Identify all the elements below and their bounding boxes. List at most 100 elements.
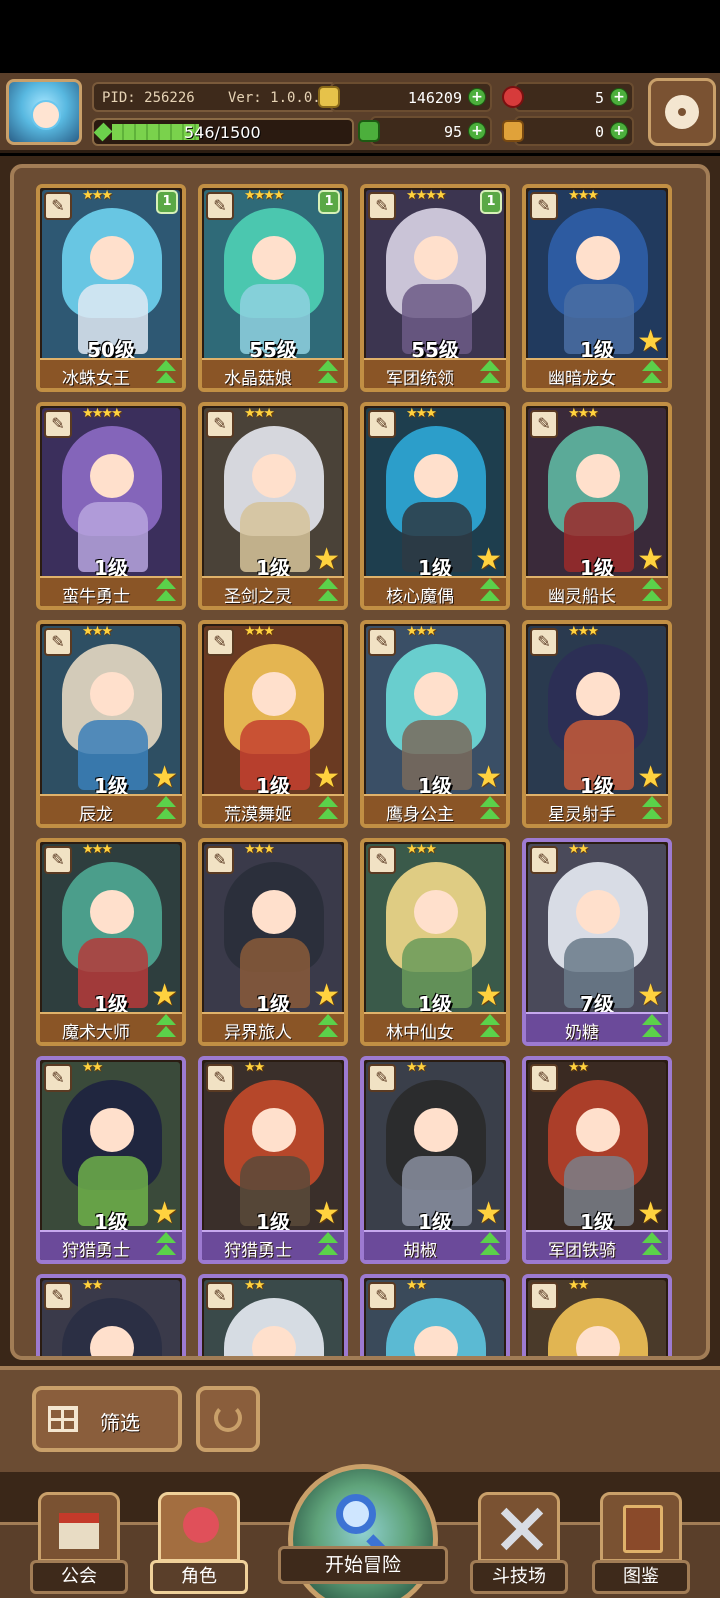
upgrade-arrow-icon — [152, 1232, 180, 1258]
character-list[interactable]: ✎ ★★★ 1 50级 冰蛛女王 ✎ ★★★★ 1 55级 水晶菇娘 ✎ ★★★★ 1 55级 军团统领 ✎ ★… — [10, 164, 710, 1360]
character-panel: ✎ ★★★ 1 50级 冰蛛女王 ✎ ★★★★ 1 55级 水晶菇娘 ✎ ★★★★ 1 55级 军团统领 ✎ ★… — [0, 156, 720, 1366]
character-card[interactable]: ✎ ★★ 1级 ★ 胡椒 — [360, 1056, 510, 1264]
upgrade-arrow-icon — [314, 1232, 342, 1258]
character-card[interactable]: ✎ ★★★★ 1 55级 水晶菇娘 — [198, 184, 348, 392]
class-icon: ✎ — [44, 410, 72, 438]
character-card[interactable]: ✎ ★★★★ 1级 蛮牛勇士 — [36, 402, 186, 610]
class-icon: ✎ — [530, 628, 558, 656]
gear-icon — [665, 95, 699, 129]
portrait-face — [252, 1108, 296, 1152]
gold-value: 146209 — [407, 89, 462, 107]
rarity-stars: ★★ — [244, 1060, 265, 1075]
character-card[interactable]: ✎ ★★ 7级 ★ 奶糖 — [522, 838, 672, 1046]
character-card[interactable]: ✎ ★★★ 1级 ★ 异界旅人 — [198, 838, 348, 1046]
add-gold-button[interactable]: + — [468, 88, 486, 106]
rarity-stars: ★★★ — [82, 624, 113, 639]
add-food-button[interactable]: + — [610, 122, 628, 140]
character-card[interactable]: ✎ ★★★ 1级 ★ 林中仙女 — [360, 838, 510, 1046]
character-card[interactable]: ✎ ★★★ 1级 ★ 荒漠舞姬 — [198, 620, 348, 828]
upgrade-arrow-icon — [314, 578, 342, 604]
portrait-face — [414, 890, 458, 934]
rarity-stars: ★★★ — [244, 842, 275, 857]
character-card[interactable]: ✎ ★★★ 1级 ★ 魔术大师 — [36, 838, 186, 1046]
grid-icon — [48, 1406, 78, 1432]
class-icon: ✎ — [44, 192, 72, 220]
book-icon — [600, 1492, 682, 1562]
refresh-button[interactable] — [196, 1386, 260, 1452]
character-card[interactable]: ✎ ★★★ 1 50级 冰蛛女王 — [36, 184, 186, 392]
star-upgrade-icon: ★ — [313, 1196, 340, 1231]
character-card[interactable]: ✎ ★★ — [36, 1274, 186, 1356]
nav-arena-label: 斗技场 — [470, 1560, 568, 1594]
rarity-stars: ★★★★ — [82, 406, 123, 421]
top-header: PID: 256226 Ver: 1.0.0.5 546/1500 146209… — [0, 73, 720, 153]
class-icon: ✎ — [44, 846, 72, 874]
settings-button[interactable] — [648, 78, 716, 146]
class-icon: ✎ — [368, 628, 396, 656]
upgrade-arrow-icon — [638, 1014, 666, 1040]
character-name: 圣剑之灵 — [224, 587, 292, 607]
game-version: Ver: 1.0.0.5 — [228, 90, 330, 106]
character-card[interactable]: ✎ ★★★ 1级 ★ 星灵射手 — [522, 620, 672, 828]
character-name: 幽灵船长 — [548, 587, 616, 607]
notification-badge: 1 — [318, 190, 340, 214]
character-card[interactable]: ✎ ★★★ 1级 ★ 圣剑之灵 — [198, 402, 348, 610]
rarity-stars: ★★★ — [568, 188, 599, 203]
character-name: 核心魔偶 — [386, 587, 454, 607]
gold-coin-icon — [318, 86, 340, 108]
character-card[interactable]: ✎ ★★ 1级 ★ 军团铁骑 — [522, 1056, 672, 1264]
character-card[interactable]: ✎ ★★★ 1级 ★ 幽灵船长 — [522, 402, 672, 610]
gold-counter: 146209 + — [318, 82, 492, 112]
rarity-stars: ★★ — [568, 1060, 589, 1075]
rarity-stars: ★★★★ — [406, 188, 447, 203]
name-bar: 水晶菇娘 — [202, 358, 344, 388]
character-card[interactable]: ✎ ★★★★ 1 55级 军团统领 — [360, 184, 510, 392]
upgrade-arrow-icon — [314, 360, 342, 386]
character-name: 荒漠舞姬 — [224, 805, 292, 825]
name-bar: 幽暗龙女 — [526, 358, 668, 388]
player-avatar[interactable] — [6, 79, 82, 145]
portrait-face — [414, 1108, 458, 1152]
character-name: 魔术大师 — [62, 1023, 130, 1043]
character-card[interactable]: ✎ ★★ 1级 ★ 狩猎勇士 — [198, 1056, 348, 1264]
rarity-stars: ★★★ — [244, 406, 275, 421]
star-upgrade-icon: ★ — [637, 542, 664, 577]
rarity-stars: ★★★ — [82, 188, 113, 203]
upgrade-arrow-icon — [638, 578, 666, 604]
start-adventure-button[interactable]: 开始冒险 — [278, 1464, 448, 1598]
class-icon: ✎ — [206, 192, 234, 220]
magnifier-icon — [336, 1494, 376, 1534]
character-card[interactable]: ✎ ★★ — [522, 1274, 672, 1356]
book-shape — [623, 1505, 663, 1553]
portrait-face — [576, 454, 620, 498]
name-bar: 辰龙 — [40, 794, 182, 824]
star-upgrade-icon: ★ — [637, 978, 664, 1013]
class-icon: ✎ — [206, 1282, 234, 1310]
star-upgrade-icon: ★ — [313, 760, 340, 795]
character-card[interactable]: ✎ ★★★ 1级 ★ 辰龙 — [36, 620, 186, 828]
add-clover-button[interactable]: + — [468, 122, 486, 140]
upgrade-arrow-icon — [152, 360, 180, 386]
rarity-stars: ★★ — [82, 1060, 103, 1075]
class-icon: ✎ — [206, 1064, 234, 1092]
star-upgrade-icon: ★ — [637, 324, 664, 359]
filter-button[interactable]: 筛选 — [32, 1386, 182, 1452]
status-bar — [0, 0, 720, 73]
add-gem-button[interactable]: + — [610, 88, 628, 106]
character-card[interactable]: ✎ ★★★ 1级 ★ 鹰身公主 — [360, 620, 510, 828]
nav-character-label: 角色 — [150, 1560, 248, 1594]
rarity-stars: ★★★ — [406, 842, 437, 857]
character-card[interactable]: ✎ ★★ 1级 ★ 狩猎勇士 — [36, 1056, 186, 1264]
name-bar: 奶糖 — [526, 1012, 668, 1042]
name-bar: 星灵射手 — [526, 794, 668, 824]
portrait-face — [414, 672, 458, 716]
character-head-icon — [158, 1492, 240, 1562]
class-icon: ✎ — [44, 1064, 72, 1092]
character-card[interactable]: ✎ ★★★ 1级 ★ 幽暗龙女 — [522, 184, 672, 392]
clover-icon — [358, 120, 380, 142]
portrait-face — [90, 454, 134, 498]
character-card[interactable]: ✎ ★★ — [198, 1274, 348, 1356]
character-card[interactable]: ✎ ★★★ 1级 ★ 核心魔偶 — [360, 402, 510, 610]
star-upgrade-icon: ★ — [313, 542, 340, 577]
character-card[interactable]: ✎ ★★ — [360, 1274, 510, 1356]
